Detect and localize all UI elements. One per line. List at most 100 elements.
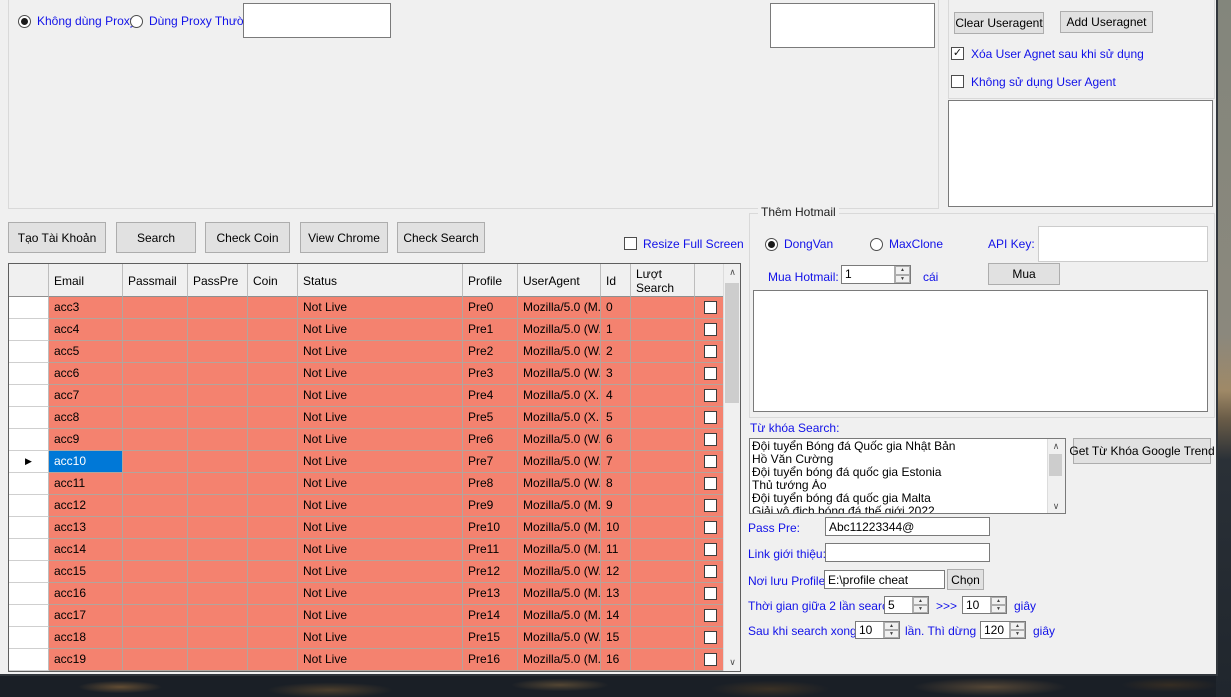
cell-useragent[interactable]: Mozilla/5.0 (W...	[518, 561, 601, 583]
row-header-cell[interactable]	[9, 473, 49, 495]
cell-luot[interactable]	[631, 451, 695, 473]
spin-up-icon[interactable]: ▲	[1010, 622, 1025, 630]
row-header-cell[interactable]	[9, 319, 49, 341]
cell-email[interactable]: acc3	[49, 297, 123, 319]
cell-useragent[interactable]: Mozilla/5.0 (M...	[518, 517, 601, 539]
cell-useragent[interactable]: Mozilla/5.0 (X...	[518, 407, 601, 429]
table-row[interactable]: acc12 Not Live Pre9 Mozilla/5.0 (M... 9	[9, 495, 740, 517]
cell-useragent[interactable]: Mozilla/5.0 (W...	[518, 429, 601, 451]
spin-up-icon[interactable]: ▲	[991, 597, 1006, 605]
table-row[interactable]: acc4 Not Live Pre1 Mozilla/5.0 (W... 1	[9, 319, 740, 341]
checkbox-delete-useragent[interactable]: ✓	[951, 47, 964, 60]
cell-status[interactable]: Not Live	[298, 363, 463, 385]
cell-passpre[interactable]	[188, 649, 248, 671]
buy-button[interactable]: Mua	[988, 263, 1060, 285]
cell-passmail[interactable]	[123, 627, 188, 649]
cell-status[interactable]: Not Live	[298, 407, 463, 429]
row-header-cell[interactable]	[9, 627, 49, 649]
table-row[interactable]: acc8 Not Live Pre5 Mozilla/5.0 (X... 5	[9, 407, 740, 429]
cell-passpre[interactable]	[188, 605, 248, 627]
cell-luot[interactable]	[631, 561, 695, 583]
cell-passpre[interactable]	[188, 429, 248, 451]
stop-spin-buttons[interactable]: ▲ ▼	[1009, 622, 1025, 638]
col-header-passpre[interactable]: PassPre	[188, 264, 248, 297]
checkbox-resize-full-screen[interactable]	[624, 237, 637, 250]
between-min-spin-buttons[interactable]: ▲ ▼	[912, 597, 928, 613]
cell-coin[interactable]	[248, 649, 298, 671]
cell-id[interactable]: 0	[601, 297, 631, 319]
row-checkbox[interactable]	[703, 455, 717, 468]
cell-coin[interactable]	[248, 473, 298, 495]
cell-email[interactable]: acc19	[49, 649, 123, 671]
cell-email[interactable]: acc8	[49, 407, 123, 429]
between-max-spin-buttons[interactable]: ▲ ▼	[990, 597, 1006, 613]
cell-luot[interactable]	[631, 473, 695, 495]
cell-status[interactable]: Not Live	[298, 319, 463, 341]
table-row[interactable]: acc7 Not Live Pre4 Mozilla/5.0 (X... 4	[9, 385, 740, 407]
spin-down-icon[interactable]: ▼	[884, 630, 899, 638]
row-header-cell[interactable]	[9, 495, 49, 517]
cell-profile[interactable]: Pre14	[463, 605, 518, 627]
useragent-listbox[interactable]	[948, 100, 1213, 207]
radio-no-proxy[interactable]	[18, 15, 31, 28]
cell-email[interactable]: acc11	[49, 473, 123, 495]
cell-profile[interactable]: Pre15	[463, 627, 518, 649]
cell-useragent[interactable]: Mozilla/5.0 (M...	[518, 495, 601, 517]
between-min-stepper[interactable]: 5 ▲ ▼	[884, 596, 929, 614]
profile-path-input[interactable]	[824, 570, 945, 589]
cell-id[interactable]: 14	[601, 605, 631, 627]
cell-email[interactable]: acc15	[49, 561, 123, 583]
cell-luot[interactable]	[631, 649, 695, 671]
cell-coin[interactable]	[248, 385, 298, 407]
cell-email[interactable]: acc13	[49, 517, 123, 539]
keyword-scrollbar[interactable]: ∧ ∨	[1047, 439, 1065, 513]
cell-passmail[interactable]	[123, 649, 188, 671]
cell-passpre[interactable]	[188, 385, 248, 407]
cell-status[interactable]: Not Live	[298, 473, 463, 495]
checkbox-resize-full-screen-label[interactable]: Resize Full Screen	[643, 237, 744, 251]
choose-folder-button[interactable]: Chọn	[947, 569, 984, 590]
cell-useragent[interactable]: Mozilla/5.0 (M...	[518, 605, 601, 627]
cell-useragent[interactable]: Mozilla/5.0 (M...	[518, 297, 601, 319]
cell-luot[interactable]	[631, 429, 695, 451]
row-checkbox[interactable]	[703, 499, 717, 512]
spin-up-icon[interactable]: ▲	[884, 622, 899, 630]
hotmail-listbox[interactable]	[753, 290, 1208, 412]
row-checkbox[interactable]	[703, 587, 717, 600]
accounts-grid[interactable]: Email Passmail PassPre Coin Status Profi…	[8, 263, 741, 672]
cell-coin[interactable]	[248, 297, 298, 319]
row-checkbox[interactable]	[703, 631, 717, 644]
referral-link-input[interactable]	[825, 543, 990, 562]
row-checkbox[interactable]	[703, 433, 717, 446]
scroll-up-icon[interactable]: ∧	[1048, 439, 1064, 453]
row-checkbox[interactable]	[703, 477, 717, 490]
cell-email[interactable]: acc5	[49, 341, 123, 363]
cell-passmail[interactable]	[123, 407, 188, 429]
radio-dongvan[interactable]	[765, 238, 778, 251]
col-header-email[interactable]: Email	[49, 264, 123, 297]
cell-profile[interactable]: Pre10	[463, 517, 518, 539]
table-row[interactable]: ▶ acc10 Not Live Pre7 Mozilla/5.0 (W... 7	[9, 451, 740, 473]
cell-passmail[interactable]	[123, 385, 188, 407]
cell-email[interactable]: acc4	[49, 319, 123, 341]
scroll-down-icon[interactable]: ∨	[1048, 499, 1064, 513]
scrollbar-thumb[interactable]	[1049, 454, 1062, 476]
row-header-cell[interactable]	[9, 407, 49, 429]
add-useragent-button[interactable]: Add Useragnet	[1060, 11, 1153, 33]
cell-useragent[interactable]: Mozilla/5.0 (W...	[518, 319, 601, 341]
cell-status[interactable]: Not Live	[298, 429, 463, 451]
cell-status[interactable]: Not Live	[298, 451, 463, 473]
scroll-up-icon[interactable]: ∧	[724, 264, 740, 281]
between-max-stepper[interactable]: 10 ▲ ▼	[962, 596, 1007, 614]
cell-passpre[interactable]	[188, 539, 248, 561]
cell-coin[interactable]	[248, 341, 298, 363]
radio-dongvan-label[interactable]: DongVan	[784, 237, 833, 251]
cell-luot[interactable]	[631, 363, 695, 385]
table-row[interactable]: acc3 Not Live Pre0 Mozilla/5.0 (M... 0	[9, 297, 740, 319]
row-header-cell[interactable]	[9, 297, 49, 319]
cell-coin[interactable]	[248, 561, 298, 583]
cell-useragent[interactable]: Mozilla/5.0 (W...	[518, 451, 601, 473]
cell-profile[interactable]: Pre12	[463, 561, 518, 583]
cell-luot[interactable]	[631, 539, 695, 561]
cell-status[interactable]: Not Live	[298, 649, 463, 671]
